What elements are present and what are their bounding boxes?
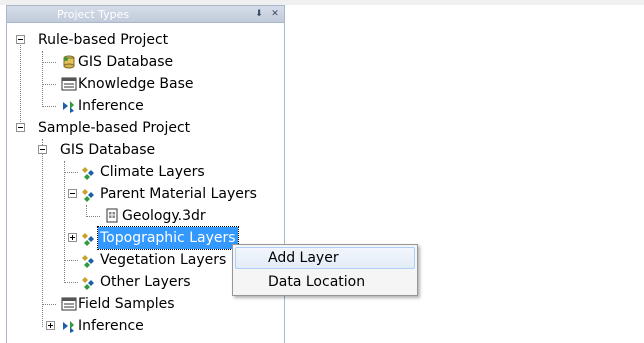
menu-item-add-layer[interactable]: Add Layer [235, 247, 415, 269]
tree-node-label: Topographic Layers [97, 226, 239, 250]
tree-node-label: Field Samples [78, 296, 175, 312]
layer-group-icon [82, 189, 94, 202]
tree-node-rule-based-project[interactable]: Rule-based Project [6, 29, 266, 51]
tree-node-sample-gis-database[interactable]: GIS Database [6, 139, 266, 161]
layer-group-icon [82, 255, 94, 268]
collapse-icon[interactable] [68, 189, 77, 198]
tree-node-knowledge-base[interactable]: Knowledge Base [6, 73, 266, 95]
tree-node-other-layers[interactable]: Other Layers [6, 271, 266, 293]
tree-node-label: Rule-based Project [38, 32, 169, 48]
layer-group-icon [82, 233, 94, 246]
database-icon [63, 55, 75, 69]
tree-node-label: Inference [78, 318, 144, 334]
collapse-icon[interactable] [16, 123, 25, 132]
tree-node-label: GIS Database [60, 142, 156, 158]
collapse-icon[interactable] [16, 35, 25, 44]
layer-group-icon [82, 277, 94, 290]
tree-node-label: Other Layers [100, 274, 191, 290]
expand-icon[interactable] [68, 233, 77, 242]
expand-icon[interactable] [46, 321, 55, 330]
tree-node-climate-layers[interactable]: Climate Layers [6, 161, 266, 183]
tree-node-topographic-layers[interactable]: Topographic Layers [6, 226, 266, 250]
tree-node-geology[interactable]: Geology.3dr [6, 205, 266, 227]
tree-node-label: GIS Database [78, 54, 174, 70]
collapse-icon[interactable] [38, 145, 47, 154]
field-samples-icon [61, 297, 77, 311]
panel-title: Project Types [57, 8, 130, 21]
context-menu: Add Layer Data Location [232, 244, 418, 296]
menu-item-data-location[interactable]: Data Location [235, 271, 415, 293]
tree-node-label: Knowledge Base [78, 76, 194, 92]
tree-node-sample-based-project[interactable]: Sample-based Project [6, 117, 266, 139]
knowledge-base-icon [61, 77, 77, 91]
tree-node-label: Parent Material Layers [100, 186, 257, 202]
inference-icon [63, 101, 74, 113]
tree-node-rule-inference[interactable]: Inference [6, 95, 266, 117]
tree-node-label: Sample-based Project [38, 120, 191, 136]
tree-node-rule-gis-database[interactable]: GIS Database [6, 51, 266, 73]
panel-titlebar: Project Types ⬇ ✕ [6, 5, 285, 23]
tree-node-label: Inference [78, 98, 144, 114]
layer-group-icon [82, 167, 94, 180]
raster-file-icon [106, 208, 118, 223]
tree-node-label: Vegetation Layers [100, 252, 227, 268]
tree-node-vegetation-layers[interactable]: Vegetation Layers [6, 249, 266, 271]
close-icon[interactable]: ✕ [270, 8, 280, 20]
tree-node-field-samples[interactable]: Field Samples [6, 293, 266, 315]
inference-icon [63, 321, 74, 333]
tree-node-label: Geology.3dr [122, 208, 206, 224]
tree-node-label: Climate Layers [100, 164, 205, 180]
tree-node-sample-inference[interactable]: Inference [6, 315, 266, 337]
pin-icon[interactable]: ⬇ [254, 8, 264, 20]
tree-node-parent-material-layers[interactable]: Parent Material Layers [6, 183, 266, 205]
